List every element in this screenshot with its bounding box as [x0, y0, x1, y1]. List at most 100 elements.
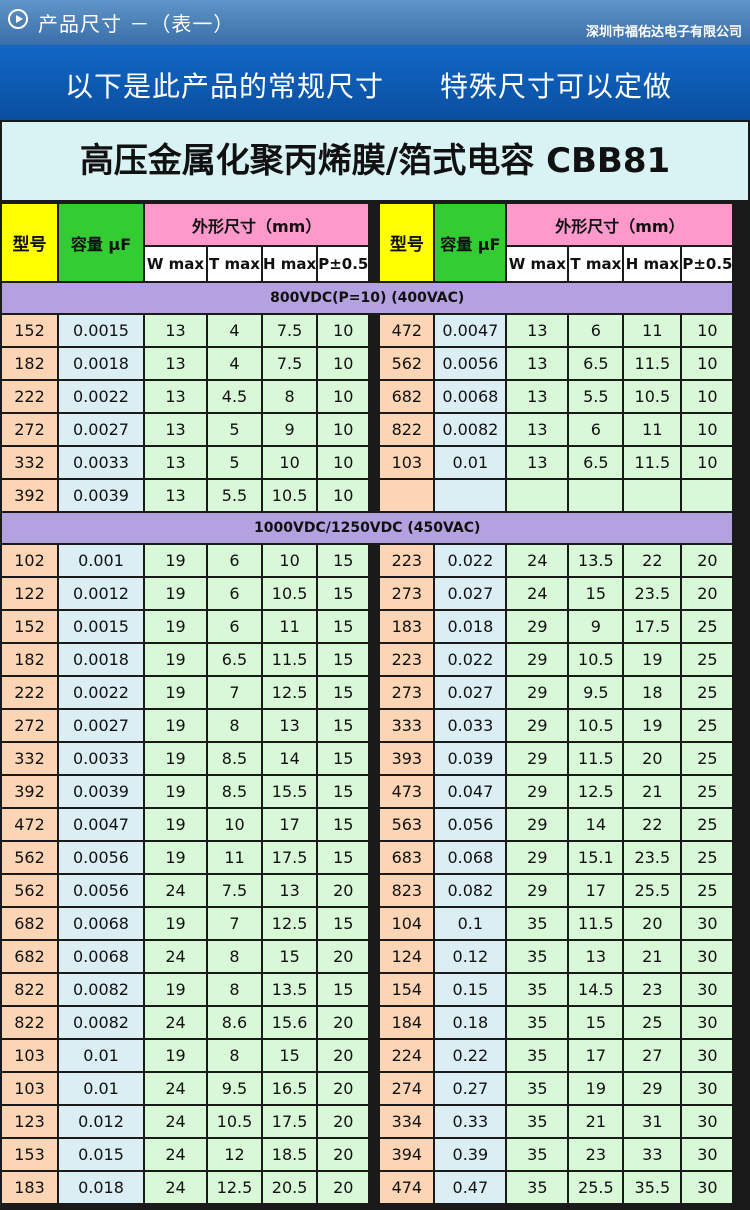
capacity-cell: 0.0068 [435, 381, 506, 412]
w-cell: 29 [507, 875, 568, 906]
pitch-header: P±0.5 [318, 247, 369, 281]
h-cell [624, 480, 681, 511]
t-cell: 15 [569, 578, 623, 609]
column-separator [370, 447, 379, 478]
h-cell: 17.5 [263, 842, 317, 873]
model-cell: 682 [2, 908, 57, 939]
w-cell: 29 [507, 710, 568, 741]
column-separator [370, 1172, 379, 1203]
w-cell: 13 [145, 315, 206, 346]
table-row: 272 0.0027 19 8 13 15 333 0.033 29 10.5 19 25 [2, 710, 733, 741]
pitch-cell: 10 [682, 381, 733, 412]
model-cell: 104 [380, 908, 434, 939]
w-cell: 24 [507, 545, 568, 576]
model-cell: 224 [380, 1040, 434, 1071]
w-cell: 19 [145, 776, 206, 807]
model-cell: 393 [380, 743, 434, 774]
capacity-cell: 0.015 [59, 1139, 143, 1170]
pitch-cell: 20 [318, 941, 369, 972]
t-cell: 7 [208, 908, 261, 939]
w-cell: 29 [507, 611, 568, 642]
w-cell: 13 [145, 381, 206, 412]
w-cell: 35 [507, 1040, 568, 1071]
table-row: 392 0.0039 19 8.5 15.5 15 473 0.047 29 12.5 21 25 [2, 776, 733, 807]
column-separator [370, 545, 379, 576]
model-cell: 333 [380, 710, 434, 741]
t-max-header: T max [208, 247, 261, 281]
column-separator [370, 908, 379, 939]
h-cell: 7.5 [263, 315, 317, 346]
banner-custom-text: 特殊尺寸可以定做 [440, 70, 673, 103]
capacity-cell: 0.0018 [59, 644, 143, 675]
t-cell: 14 [569, 809, 623, 840]
capacity-cell: 0.039 [435, 743, 506, 774]
t-cell: 12.5 [208, 1172, 261, 1203]
w-cell: 35 [507, 1073, 568, 1104]
capacity-cell: 0.0082 [435, 414, 506, 445]
w-cell: 19 [145, 908, 206, 939]
model-header: 型号 [2, 204, 57, 281]
t-cell: 9.5 [569, 677, 623, 708]
model-cell: 223 [380, 644, 434, 675]
h-cell: 10.5 [624, 381, 681, 412]
column-separator [370, 315, 379, 346]
t-cell: 12.5 [569, 776, 623, 807]
table-row: 152 0.0015 19 6 11 15 183 0.018 29 9 17.5 25 [2, 611, 733, 642]
column-separator [370, 611, 379, 642]
column-separator [370, 204, 379, 281]
w-cell: 13 [507, 414, 568, 445]
t-cell: 15 [569, 1007, 623, 1038]
capacity-cell: 0.033 [435, 710, 506, 741]
voltage-section-row: 800VDC(P=10) (400VAC) [2, 283, 733, 313]
column-separator [370, 480, 379, 511]
pitch-cell: 30 [682, 1040, 733, 1071]
w-cell: 35 [507, 1106, 568, 1137]
model-cell: 273 [380, 578, 434, 609]
capacity-cell: 0.0018 [59, 348, 143, 379]
h-cell: 29 [624, 1073, 681, 1104]
pitch-cell: 30 [682, 908, 733, 939]
model-cell: 822 [2, 1007, 57, 1038]
w-max-header: W max [507, 247, 568, 281]
h-cell: 31 [624, 1106, 681, 1137]
capacity-cell: 0.0039 [59, 480, 143, 511]
capacity-cell: 0.01 [59, 1040, 143, 1071]
model-cell: 274 [380, 1073, 434, 1104]
company-name: 深圳市福佑达电子有限公司 [585, 25, 742, 40]
t-cell: 4.5 [208, 381, 261, 412]
h-cell: 10.5 [263, 578, 317, 609]
w-cell: 13 [145, 447, 206, 478]
capacity-cell: 0.012 [59, 1106, 143, 1137]
model-cell: 562 [2, 875, 57, 906]
t-cell: 6 [208, 578, 261, 609]
w-cell: 13 [507, 348, 568, 379]
t-cell: 10.5 [208, 1106, 261, 1137]
info-banner: 以下是此产品的常规尺寸 特殊尺寸可以定做 [0, 45, 750, 120]
h-max-header: H max [624, 247, 681, 281]
h-cell: 18.5 [263, 1139, 317, 1170]
t-cell: 8 [208, 941, 261, 972]
spec-table: 型号 容量 μF 外形尺寸（mm） 型号 容量 μF 外形尺寸（mm） W ma… [0, 202, 734, 1205]
table-row: 822 0.0082 24 8.6 15.6 20 184 0.18 35 15 25 30 [2, 1007, 733, 1038]
model-cell: 392 [2, 480, 57, 511]
w-cell: 24 [145, 941, 206, 972]
h-cell: 20.5 [263, 1172, 317, 1203]
table-row: 822 0.0082 19 8 13.5 15 154 0.15 35 14.5 23 30 [2, 974, 733, 1005]
pitch-cell: 25 [682, 644, 733, 675]
capacity-cell: 0.0027 [59, 414, 143, 445]
capacity-cell: 0.0082 [59, 974, 143, 1005]
table-row: 332 0.0033 13 5 10 10 103 0.01 13 6.5 11.5 10 [2, 447, 733, 478]
model-cell: 394 [380, 1139, 434, 1170]
capacity-cell: 0.22 [435, 1040, 506, 1071]
model-cell: 392 [2, 776, 57, 807]
h-cell: 16.5 [263, 1073, 317, 1104]
w-cell: 19 [145, 644, 206, 675]
model-cell [380, 480, 434, 511]
table-row: 183 0.018 24 12.5 20.5 20 474 0.47 35 25.5 35.5 30 [2, 1172, 733, 1203]
w-cell: 24 [145, 875, 206, 906]
column-separator [370, 842, 379, 873]
capacity-cell: 0.0033 [59, 447, 143, 478]
model-cell: 183 [380, 611, 434, 642]
t-cell: 14.5 [569, 974, 623, 1005]
spec-table-body: 800VDC(P=10) (400VAC) 152 0.0015 13 4 7.5 10 47… [2, 283, 733, 1203]
